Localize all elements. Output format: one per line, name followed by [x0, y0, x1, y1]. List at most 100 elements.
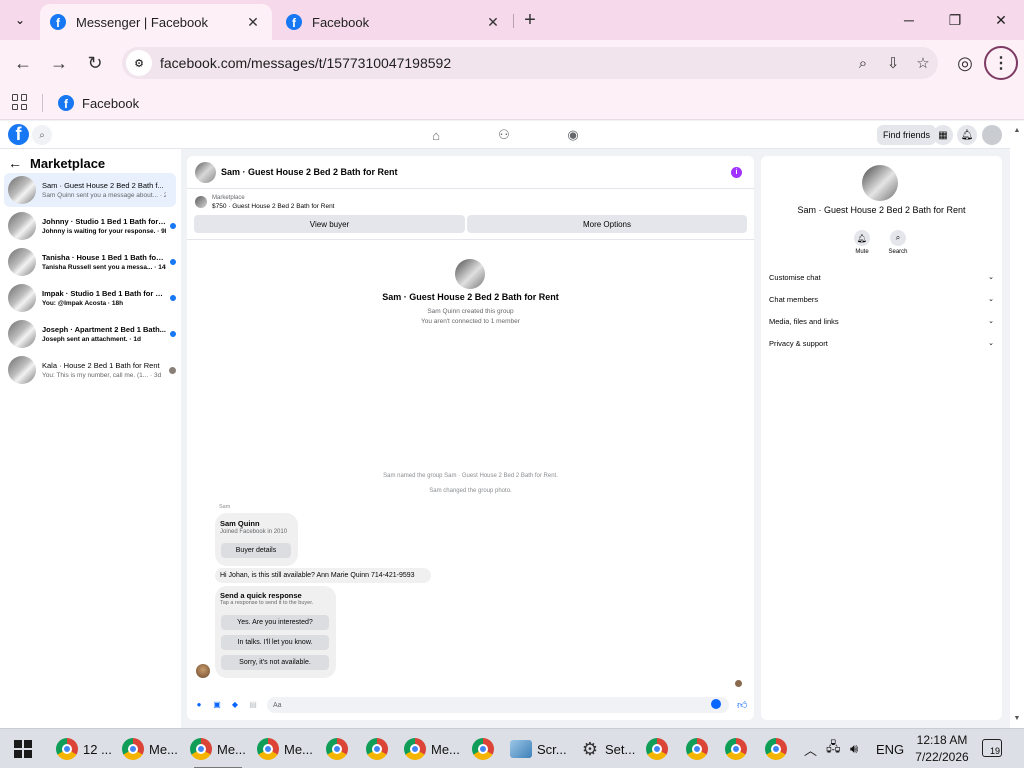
close-tab-icon[interactable]: ✕ — [244, 13, 262, 31]
close-window-button[interactable]: ✕ — [978, 0, 1024, 40]
account-avatar[interactable] — [982, 125, 1002, 145]
message-input[interactable]: Aa — [267, 697, 729, 713]
sticker-icon[interactable]: ◆ — [230, 699, 240, 709]
taskbar-app[interactable]: Me... — [404, 729, 460, 768]
restore-button[interactable]: ❐ — [932, 0, 978, 40]
forward-button[interactable]: → — [44, 48, 74, 78]
taskbar-app[interactable]: ⚙ Set... — [580, 729, 635, 768]
chrome-icon — [686, 738, 708, 760]
find-friends-button[interactable]: Find friends — [877, 125, 937, 145]
scroll-down-arrow-icon[interactable]: ▼ — [1012, 713, 1022, 723]
minimize-button[interactable]: ─ — [886, 0, 932, 40]
taskbar-app[interactable] — [366, 729, 388, 768]
bookmark-facebook[interactable]: f Facebook — [58, 92, 139, 114]
taskbar-app[interactable] — [646, 729, 668, 768]
back-button[interactable]: ← — [8, 48, 38, 78]
facebook-header: f ⌕ ⌂ ⚇ ◉ Find friends ▦ 🔔︎ — [0, 121, 1010, 149]
microphone-icon[interactable]: ● — [194, 699, 204, 709]
tab-facebook[interactable]: f Facebook ✕ — [276, 4, 512, 40]
profile-button[interactable]: ◎ — [950, 48, 980, 78]
media-files-section[interactable]: Media, files and links ⌄ — [769, 314, 994, 328]
home-icon[interactable]: ⌂ — [427, 126, 445, 144]
back-arrow-icon[interactable]: ← — [8, 155, 22, 171]
taskbar-app[interactable] — [765, 729, 787, 768]
language-indicator[interactable]: ENG — [876, 729, 904, 768]
reload-button[interactable]: ↻ — [80, 48, 110, 78]
search-conversation-button[interactable]: ⌕ Search — [883, 230, 913, 255]
chat-list-item[interactable]: Johnny · Studio 1 Bed 1 Bath for ... John… — [4, 209, 176, 243]
chat-preview: Johnny is waiting for your response. · 9… — [42, 228, 166, 235]
close-tab-icon[interactable]: ✕ — [484, 13, 502, 31]
search-icon[interactable]: ⌕ — [32, 125, 52, 145]
quick-reply-sorry-button[interactable]: Sorry, it's not available. — [221, 655, 329, 670]
emoji-icon[interactable] — [711, 699, 721, 709]
taskbar-app[interactable]: Me... — [122, 729, 178, 768]
taskbar-clock[interactable]: 12:18 AM 7/22/2026 — [912, 732, 972, 766]
unread-dot-icon — [170, 223, 176, 229]
install-app-icon[interactable]: ⇩ — [878, 48, 908, 78]
group-avatar[interactable] — [195, 162, 216, 183]
photo-changed-text: Sam changed the group photo. — [429, 488, 512, 494]
chat-text: Sam · Guest House 2 Bed 2 Bath f... Sam Q… — [42, 181, 166, 199]
groups-icon[interactable]: ◉ — [564, 126, 582, 144]
thumbs-up-icon[interactable]: 👍︎ — [737, 699, 747, 711]
new-tab-button[interactable]: + — [518, 8, 542, 32]
conversation-title[interactable]: Sam · Guest House 2 Bed 2 Bath for Rent — [221, 167, 398, 177]
friends-icon[interactable]: ⚇ — [495, 126, 513, 144]
tab-search-button[interactable]: ⌄ — [6, 6, 34, 34]
scroll-up-arrow-icon[interactable]: ▲ — [1012, 125, 1022, 135]
mute-button[interactable]: 🔔︎ Mute — [847, 230, 877, 255]
taskbar-app[interactable] — [472, 729, 494, 768]
chat-list-item[interactable]: Sam · Guest House 2 Bed 2 Bath f... Sam Q… — [4, 173, 176, 207]
windows-start-icon[interactable] — [14, 740, 32, 758]
taskbar-app[interactable]: 12 ... — [56, 729, 112, 768]
quick-reply-yes-button[interactable]: Yes. Are you interested? — [221, 615, 329, 630]
page-scrollbar[interactable]: ▲ ▼ — [1010, 121, 1024, 728]
taskbar-app[interactable]: Scr... — [510, 729, 567, 768]
view-buyer-button[interactable]: View buyer — [194, 215, 465, 233]
taskbar-app[interactable] — [326, 729, 348, 768]
customise-chat-section[interactable]: Customise chat ⌄ — [769, 270, 994, 284]
privacy-support-section[interactable]: Privacy & support ⌄ — [769, 336, 994, 350]
bookmark-star-icon[interactable]: ☆ — [908, 48, 938, 78]
volume-icon[interactable]: 🔊︎ — [850, 729, 858, 768]
chat-list-item[interactable]: Joseph · Apartment 2 Bed 1 Bath... Joseph… — [4, 317, 176, 351]
listing-price-title[interactable]: $750 · Guest House 2 Bed 2 Bath for Rent — [212, 203, 335, 210]
network-icon[interactable]: 🖧︎ — [826, 729, 841, 768]
taskbar-app[interactable] — [686, 729, 708, 768]
chat-members-section[interactable]: Chat members ⌄ — [769, 292, 994, 306]
more-options-button[interactable]: More Options — [467, 215, 747, 233]
tab-messenger[interactable]: f Messenger | Facebook ✕ — [40, 4, 272, 40]
notification-center-icon[interactable]: 19 — [982, 739, 1002, 757]
site-info-icon[interactable]: ⚙ — [126, 50, 152, 76]
notifications-bell-icon[interactable]: 🔔︎ — [957, 125, 977, 145]
zoom-icon[interactable]: ⌕ — [848, 48, 878, 78]
address-bar[interactable]: ⚙ facebook.com/messages/t/15773100471985… — [122, 47, 938, 79]
marketplace-label: Marketplace — [212, 195, 245, 201]
taskbar-app[interactable]: Me... — [190, 729, 246, 768]
photo-icon[interactable]: ▣ — [212, 699, 222, 709]
chat-list-item[interactable]: Kala · House 2 Bed 1 Bath for Rent You: T… — [4, 353, 176, 387]
group-photo-large[interactable] — [862, 165, 898, 201]
gif-icon[interactable]: ▤ — [248, 699, 258, 709]
sender-avatar[interactable] — [196, 664, 210, 678]
apps-grid-icon[interactable] — [12, 94, 28, 110]
url-text[interactable]: facebook.com/messages/t/1577310047198592 — [160, 55, 848, 71]
chat-list-item[interactable]: Tanisha · House 1 Bed 1 Bath for ... Tani… — [4, 245, 176, 279]
chevron-down-icon: ⌄ — [988, 340, 994, 347]
menu-grid-icon[interactable]: ▦ — [933, 125, 953, 145]
browser-toolbar: ← → ↻ ⚙ facebook.com/messages/t/15773100… — [0, 40, 1024, 86]
listing-thumbnail[interactable] — [195, 196, 207, 208]
taskbar-app[interactable]: Me... — [257, 729, 313, 768]
facebook-logo-icon[interactable]: f — [8, 124, 29, 145]
chat-list-item[interactable]: Impak · Studio 1 Bed 1 Bath for R... You:… — [4, 281, 176, 315]
show-hidden-icons[interactable]: ︿ — [804, 729, 817, 768]
taskbar-app[interactable] — [725, 729, 747, 768]
info-icon[interactable]: i — [731, 167, 742, 178]
buyer-details-button[interactable]: Buyer details — [221, 543, 291, 558]
quick-reply-in-talks-button[interactable]: In talks. I'll let you know. — [221, 635, 329, 650]
chrome-icon — [646, 738, 668, 760]
marketplace-heading[interactable]: ← Marketplace — [8, 155, 105, 171]
browser-menu-button[interactable]: ⋮ — [984, 46, 1018, 80]
message-bubble: Hi Johan, is this still available? Ann M… — [215, 568, 431, 583]
